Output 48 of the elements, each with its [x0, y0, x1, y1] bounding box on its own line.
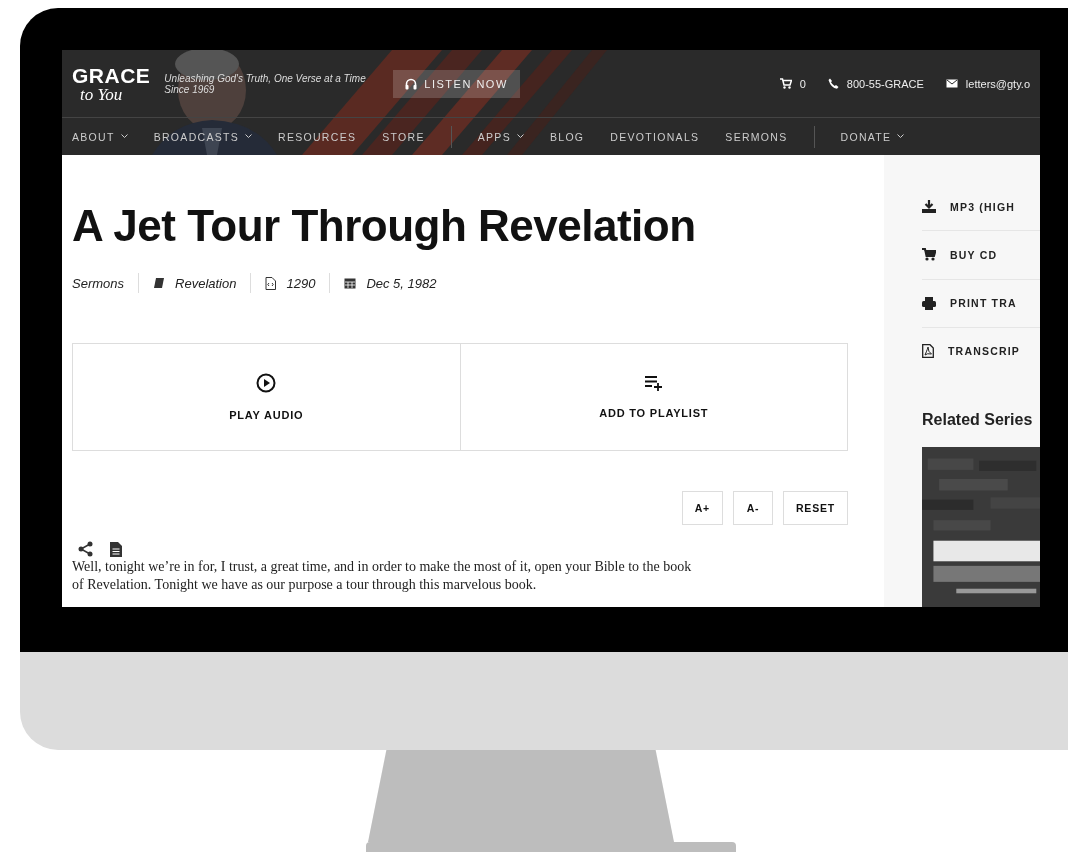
meta-link[interactable]: Revelation — [175, 275, 237, 291]
download-icon — [922, 200, 936, 214]
font-size-button[interactable]: A- — [733, 491, 773, 525]
date-text: Dec 5, 1982 — [366, 275, 437, 291]
tagline: Unleashing God's Truth, One Verse at a Time — [164, 72, 367, 84]
chevron-down-icon — [120, 134, 128, 139]
phone-icon — [827, 78, 839, 89]
nav-item[interactable]: ABOUT — [72, 130, 128, 143]
sidebar-link[interactable]: PRINT TRA — [922, 279, 1040, 328]
pdf-file-icon — [922, 344, 934, 359]
nav-item[interactable]: RESOURCES — [278, 130, 357, 143]
share-icon[interactable] — [78, 541, 94, 557]
book-icon — [153, 277, 166, 289]
sidebar-link[interactable]: MP3 (HIGH — [922, 183, 1040, 232]
font-size-button[interactable]: A+ — [681, 491, 723, 525]
mail-icon — [945, 79, 958, 88]
listen-now-button[interactable]: LISTEN NOW — [393, 69, 520, 98]
play-icon — [256, 373, 277, 393]
nav-item[interactable]: DONATE — [813, 125, 905, 148]
file-icon — [265, 276, 277, 290]
nav-item[interactable]: APPS — [450, 125, 524, 148]
document-icon[interactable] — [110, 542, 122, 557]
meta-link[interactable]: Sermons — [72, 275, 125, 291]
email-link[interactable]: letters@gty.o — [945, 77, 1030, 90]
sermon-code: 1290 — [286, 275, 316, 291]
headphones-icon — [405, 77, 418, 90]
font-size-button[interactable]: RESET — [783, 491, 848, 525]
logo[interactable]: GRACE to You — [72, 64, 151, 103]
page-title: A Jet Tour Through Revelation — [72, 201, 697, 251]
cart-icon — [779, 78, 792, 89]
sidebar-link[interactable]: BUY CD — [922, 231, 1040, 280]
nav-item[interactable]: SERMONS — [725, 130, 788, 143]
transcript-text: Well, tonight we’re in for, I trust, a great time, and in order to make the most of it, open your Bible to the book — [72, 559, 693, 575]
sidebar-link[interactable]: TRANSCRIP — [922, 327, 1040, 375]
chevron-down-icon — [245, 134, 253, 139]
related-series-heading: Related Series — [922, 411, 1034, 429]
nav-item[interactable]: DEVOTIONALS — [610, 130, 700, 143]
since-text: Since 1969 — [164, 83, 216, 95]
transcript-text: of Revelation. Tonight we have as our purpose a tour through this marvelous book. — [72, 577, 538, 593]
chevron-down-icon — [516, 134, 524, 139]
phone-link[interactable]: 800-55-GRACE — [827, 77, 924, 90]
nav-item[interactable]: BLOG — [549, 130, 585, 143]
cart-link[interactable]: 0 — [779, 77, 806, 90]
nav-item[interactable]: STORE — [382, 130, 425, 143]
calendar-icon — [344, 277, 357, 289]
cart-icon — [922, 248, 936, 262]
playlist-add-icon — [643, 375, 664, 391]
chevron-down-icon — [897, 134, 905, 139]
